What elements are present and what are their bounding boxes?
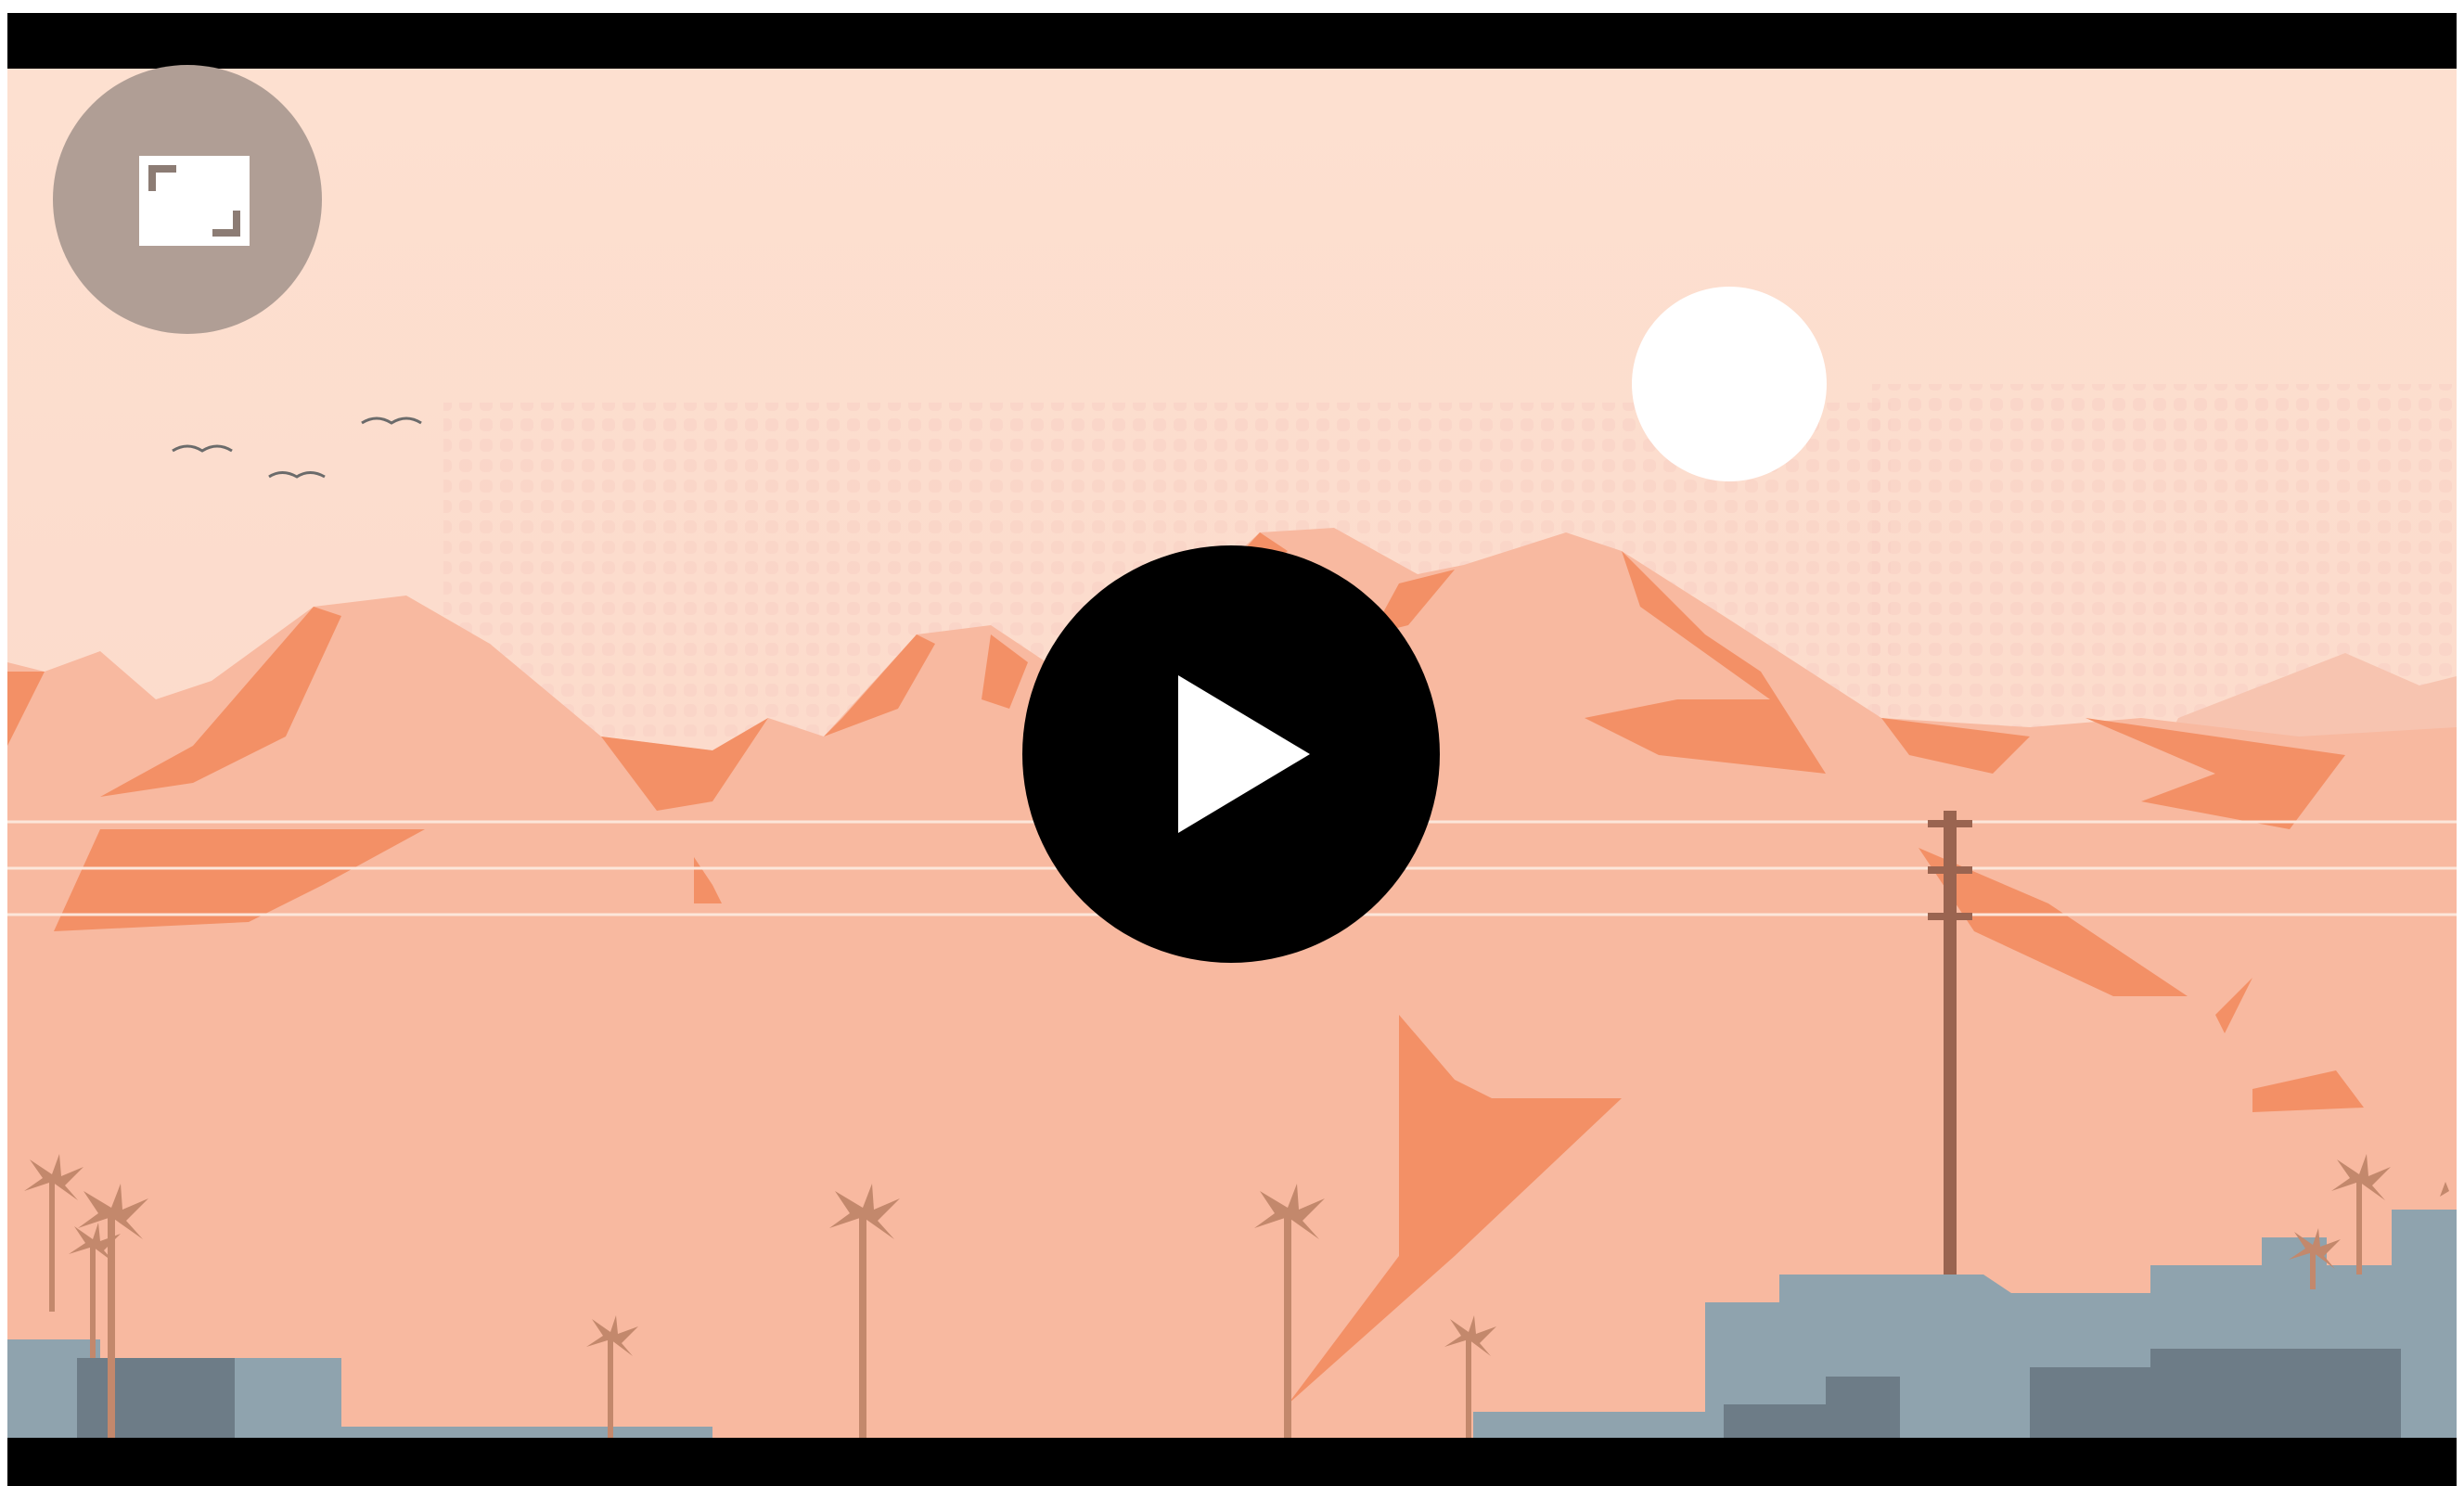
sun <box>1632 287 1827 481</box>
play-icon <box>1022 545 1440 963</box>
video-player[interactable] <box>7 13 2457 1486</box>
play-button[interactable] <box>1022 545 1440 963</box>
fullscreen-icon <box>53 65 322 334</box>
fullscreen-button[interactable] <box>53 65 322 334</box>
